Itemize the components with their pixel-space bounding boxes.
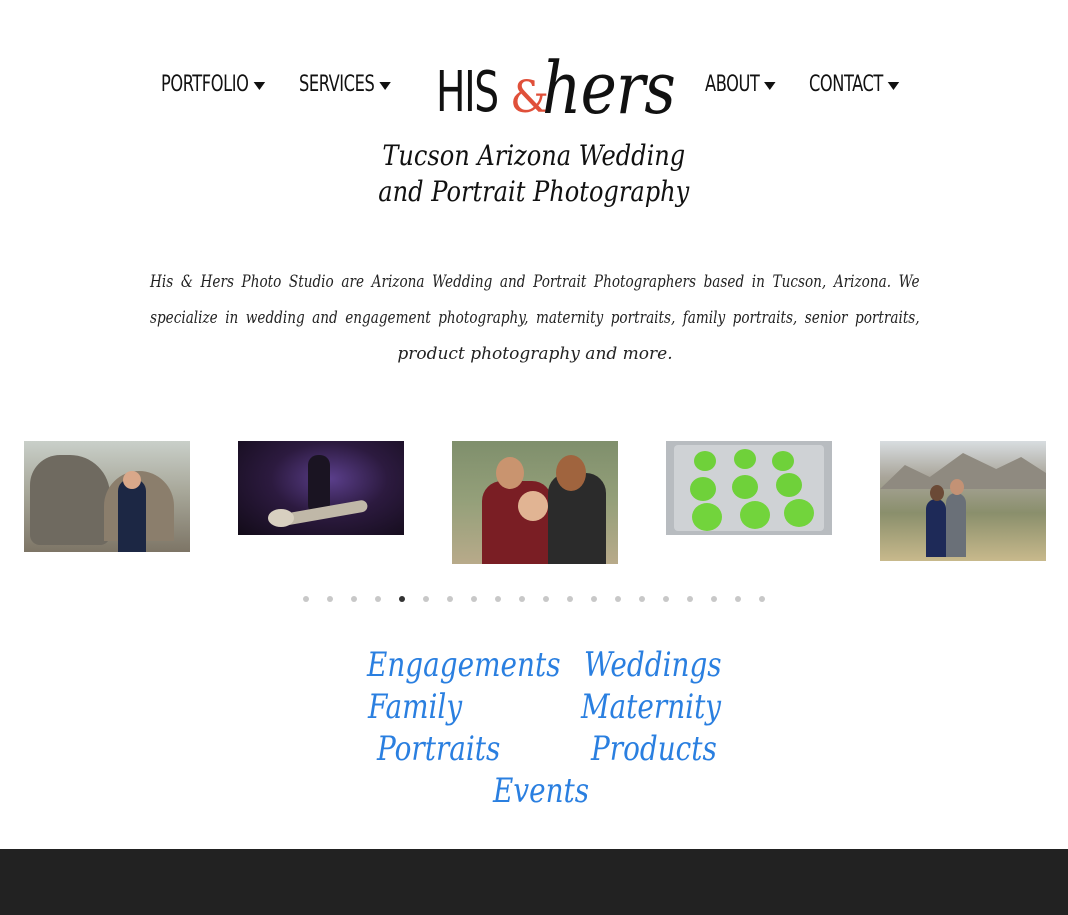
carousel-image-family[interactable] — [452, 441, 618, 564]
carousel-image-concert[interactable] — [238, 441, 404, 535]
carousel-dot[interactable] — [567, 596, 573, 602]
carousel-dot[interactable] — [735, 596, 741, 602]
carousel-image-statue-portrait[interactable] — [24, 441, 190, 552]
carousel-dot[interactable] — [615, 596, 621, 602]
nav-services-label: SERVICES — [299, 72, 375, 97]
caret-down-icon — [379, 81, 391, 90]
carousel-dot[interactable] — [303, 596, 309, 602]
nav-portfolio[interactable]: PORTFOLIO — [161, 72, 265, 97]
carousel-dot[interactable] — [639, 596, 645, 602]
category-weddings-link[interactable]: Weddings — [584, 645, 722, 685]
carousel-dot[interactable] — [375, 596, 381, 602]
carousel-dot[interactable] — [543, 596, 549, 602]
carousel-dot[interactable] — [351, 596, 357, 602]
logo-his: HIS — [436, 60, 499, 125]
logo-hers: hers — [542, 46, 676, 130]
carousel-dot[interactable] — [471, 596, 477, 602]
tagline-line-2: and Portrait Photography — [378, 175, 690, 208]
intro-line-3: product photography and more. — [397, 344, 673, 364]
carousel-dot[interactable] — [687, 596, 693, 602]
image-carousel[interactable] — [0, 441, 1068, 571]
category-engagements-link[interactable]: Engagements — [367, 645, 561, 685]
page-tagline: Tucson Arizona Wedding and Portrait Phot… — [0, 138, 1068, 210]
intro-line-1: His & Hers Photo Studio are Arizona Wedd… — [150, 272, 920, 292]
tagline-line-1: Tucson Arizona Wedding — [382, 139, 686, 172]
site-footer — [0, 849, 1068, 915]
category-events-link[interactable]: Events — [493, 771, 589, 811]
carousel-dot[interactable] — [495, 596, 501, 602]
nav-about[interactable]: ABOUT — [705, 72, 776, 97]
intro-line-2: specialize in wedding and engagement pho… — [150, 308, 920, 328]
nav-portfolio-label: PORTFOLIO — [161, 72, 249, 97]
nav-about-label: ABOUT — [705, 72, 760, 97]
nav-contact-label: CONTACT — [809, 72, 883, 97]
intro-paragraph: His & Hers Photo Studio are Arizona Wedd… — [150, 264, 920, 372]
nav-contact[interactable]: CONTACT — [809, 72, 900, 97]
carousel-dot[interactable] — [663, 596, 669, 602]
carousel-dot[interactable] — [327, 596, 333, 602]
carousel-dot[interactable] — [759, 596, 765, 602]
carousel-dot[interactable] — [423, 596, 429, 602]
carousel-dot[interactable] — [447, 596, 453, 602]
carousel-dot[interactable] — [591, 596, 597, 602]
category-maternity-link[interactable]: Maternity — [581, 687, 721, 727]
carousel-image-products[interactable] — [666, 441, 832, 535]
caret-down-icon — [764, 81, 776, 90]
category-portraits-link[interactable]: Portraits — [377, 729, 500, 769]
site-logo[interactable]: HIS & hers — [436, 46, 676, 130]
carousel-dot[interactable] — [711, 596, 717, 602]
caret-down-icon — [887, 81, 900, 90]
category-family-link[interactable]: Family — [368, 687, 462, 727]
carousel-dot[interactable] — [399, 596, 405, 602]
category-products-link[interactable]: Products — [591, 729, 717, 769]
carousel-image-maternity[interactable] — [880, 441, 1046, 561]
carousel-dot[interactable] — [519, 596, 525, 602]
caret-down-icon — [253, 81, 265, 90]
nav-services[interactable]: SERVICES — [299, 72, 391, 97]
